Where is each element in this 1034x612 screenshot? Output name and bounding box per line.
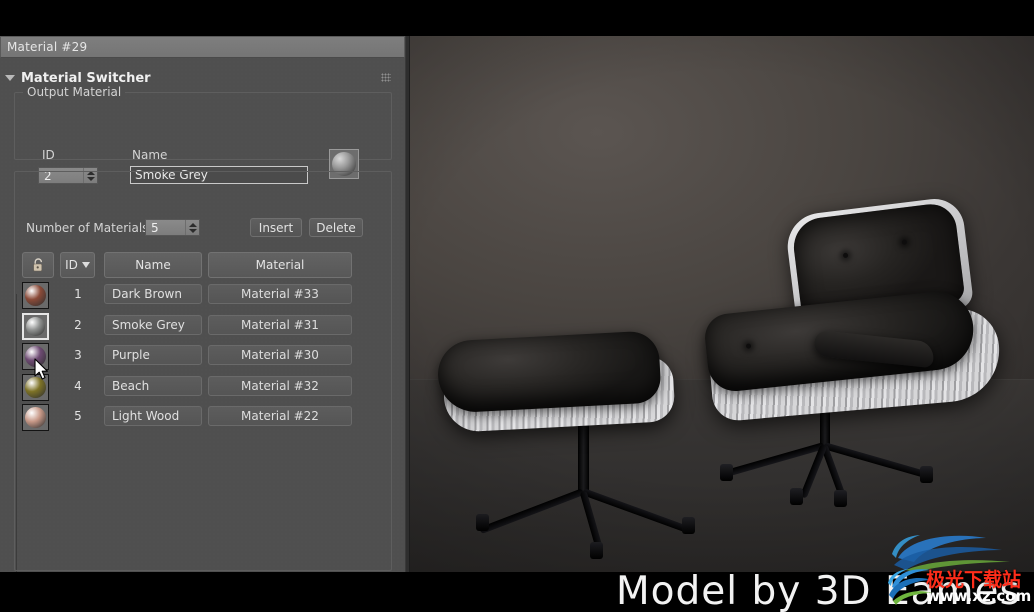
- row-id-cell: 4: [74, 378, 82, 393]
- top-letterbox: [0, 0, 1034, 36]
- padlock-icon: [32, 258, 42, 272]
- mouse-cursor: [34, 358, 48, 380]
- material-swatch[interactable]: [22, 282, 49, 309]
- insert-button[interactable]: Insert: [250, 218, 302, 237]
- app-root: Output Material ID 2 Name Smoke Grey Num…: [0, 0, 1034, 612]
- material-sphere-icon: [25, 285, 46, 306]
- id-column-label: ID: [65, 258, 78, 272]
- material-swatch[interactable]: [22, 404, 49, 431]
- command-panel: Output Material ID 2 Name Smoke Grey Num…: [0, 36, 405, 572]
- row-name-cell[interactable]: Purple: [104, 345, 202, 365]
- material-sphere-icon: [26, 316, 45, 336]
- name-label: Name: [132, 148, 168, 162]
- number-of-materials-label: Number of Materials: [26, 221, 149, 235]
- row-material-cell[interactable]: Material #22: [208, 406, 352, 426]
- row-material-cell[interactable]: Material #32: [208, 375, 352, 396]
- material-column-header[interactable]: Material: [208, 252, 352, 278]
- material-name-bar-label: Material #29: [7, 40, 88, 54]
- rollout-title: Material Switcher: [21, 70, 151, 86]
- name-column-header[interactable]: Name: [104, 252, 202, 278]
- row-material-cell[interactable]: Material #30: [208, 345, 352, 365]
- row-id-cell: 2: [74, 317, 82, 332]
- spinner-up-arrow-icon[interactable]: [188, 222, 197, 227]
- material-name-bar[interactable]: Material #29: [0, 36, 405, 58]
- number-of-materials-value: 5: [151, 220, 159, 235]
- row-material-cell[interactable]: Material #33: [208, 284, 352, 304]
- id-label: ID: [42, 148, 55, 162]
- row-id-cell: 5: [74, 409, 82, 423]
- caption-text: Model by 3D Eames: [616, 569, 1021, 612]
- lock-column-header[interactable]: [22, 252, 54, 278]
- spinner-arrows-icon[interactable]: [185, 220, 199, 235]
- rollout-header[interactable]: Material Switcher: [0, 66, 405, 90]
- sort-descending-icon: [81, 262, 90, 268]
- id-column-header[interactable]: ID: [60, 252, 95, 278]
- material-sphere-icon: [25, 407, 46, 428]
- spinner-down-arrow-icon[interactable]: [188, 228, 197, 233]
- grip-dots-icon: [381, 73, 391, 82]
- delete-button[interactable]: Delete: [309, 218, 363, 237]
- row-id-cell: 1: [74, 287, 82, 301]
- number-of-materials-spinner[interactable]: 5: [145, 219, 200, 236]
- row-id-cell: 3: [74, 348, 82, 362]
- viewport-vignette: [410, 36, 1034, 572]
- render-viewport[interactable]: [410, 36, 1034, 572]
- row-name-cell[interactable]: Light Wood: [104, 406, 202, 426]
- panel-viewport-divider: [405, 36, 410, 572]
- row-name-cell[interactable]: Smoke Grey: [104, 314, 202, 335]
- row-material-cell[interactable]: Material #31: [208, 314, 352, 335]
- triangle-down-icon[interactable]: [5, 75, 15, 81]
- material-swatch[interactable]: [22, 312, 49, 340]
- row-name-cell[interactable]: Dark Brown: [104, 284, 202, 304]
- row-name-cell[interactable]: Beach: [104, 375, 202, 396]
